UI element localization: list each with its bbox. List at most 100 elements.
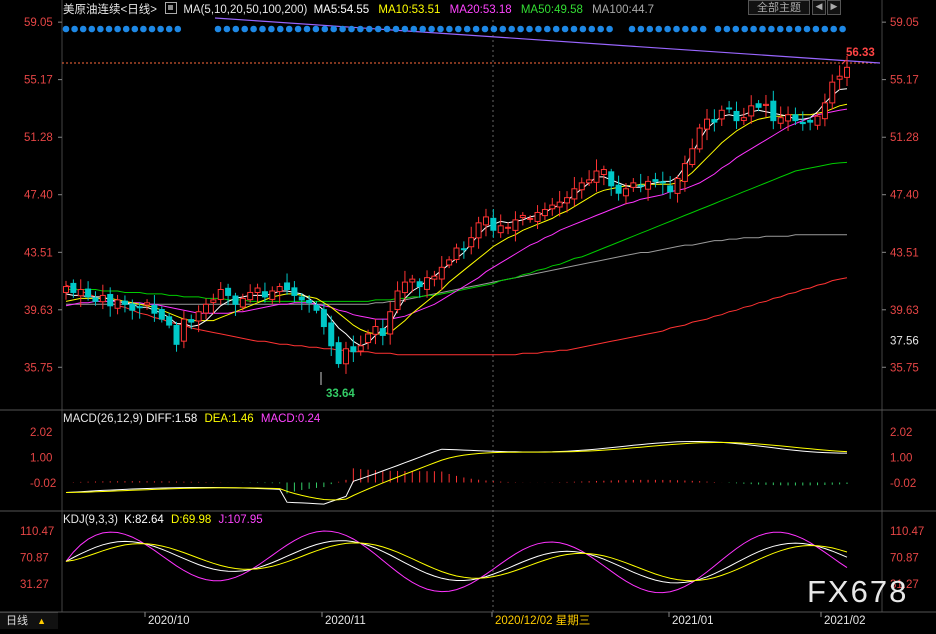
- event-dot: [105, 25, 113, 33]
- candle-body: [180, 318, 187, 342]
- event-dot: [259, 25, 266, 33]
- candle-body: [600, 169, 607, 175]
- event-dot: [682, 25, 689, 33]
- event-dot: [122, 25, 130, 33]
- candle-body: [718, 109, 725, 120]
- candle-body: [261, 291, 268, 298]
- candle-body: [733, 110, 740, 122]
- macd-tick-label-left: 2.02: [30, 427, 52, 439]
- candle-body: [652, 179, 659, 182]
- chevron-right-icon[interactable]: ▶: [827, 0, 841, 15]
- event-dot: [517, 25, 524, 33]
- event-dot: [268, 25, 275, 33]
- event-dot: [526, 25, 533, 33]
- event-dot: [330, 25, 338, 33]
- kdj-k-line: [65, 540, 848, 584]
- candle-body: [799, 121, 806, 125]
- event-dot: [277, 25, 284, 33]
- candle-body: [762, 103, 769, 106]
- candle-body: [254, 287, 261, 294]
- event-dot: [250, 25, 257, 33]
- candle-body: [667, 185, 674, 193]
- low-annotation: 33.64: [326, 388, 355, 400]
- candle-body: [188, 319, 195, 323]
- event-dot: [285, 25, 293, 33]
- candle-body: [505, 226, 512, 229]
- candle-body: [460, 248, 467, 251]
- candle-body: [726, 107, 733, 110]
- trend-line: [214, 17, 881, 64]
- moving-average-lines: [65, 17, 881, 356]
- chart-canvas: 59.05 55.17 51.28 47.40 43.51 39.63 35.75 59.0…: [0, 0, 936, 627]
- period-button-label: 日线: [6, 615, 28, 627]
- candle-body: [394, 290, 401, 311]
- candle-body: [711, 119, 718, 123]
- candle-body: [298, 296, 305, 301]
- candle-body: [195, 311, 202, 322]
- event-dot: [741, 25, 748, 33]
- candle-body: [328, 322, 335, 347]
- event-dot: [750, 25, 757, 33]
- candle-body: [659, 181, 666, 184]
- candle-body: [335, 342, 342, 365]
- candle-body: [453, 247, 460, 260]
- date-axis: 2020/10 2020/11 2020/12/02 星期三 2021/01 2021/…: [144, 612, 866, 627]
- candle-body: [704, 118, 711, 130]
- price-tick-label-right: 43.51: [890, 247, 919, 259]
- macd-tick-label-left: 1.00: [30, 453, 52, 465]
- event-dot: [777, 25, 784, 33]
- event-dot: [732, 25, 740, 33]
- candle-body: [630, 182, 637, 188]
- ma50-line: [66, 161, 848, 302]
- topic-button-label: 全部主题: [757, 2, 801, 14]
- event-dot: [114, 25, 121, 33]
- event-dot: [339, 25, 346, 33]
- ma100-value: MA100:44.7: [592, 4, 655, 16]
- kdj-d: D:69.98: [171, 514, 212, 526]
- event-dot: [148, 25, 156, 33]
- candle-body: [85, 288, 92, 298]
- candle-body: [401, 281, 408, 294]
- event-dot: [803, 25, 811, 33]
- macd-tick-label-right: -0.02: [890, 478, 916, 490]
- event-dot: [294, 25, 302, 33]
- candle-body: [284, 282, 291, 291]
- grid-icon[interactable]: [165, 2, 178, 14]
- watermark: FX678: [807, 574, 909, 609]
- event-dot: [499, 25, 507, 33]
- candle-body: [424, 277, 431, 290]
- price-tick-label-right: 35.75: [890, 362, 919, 374]
- triangle-up-icon: ▲: [37, 616, 46, 626]
- event-dot: [723, 25, 731, 33]
- event-dot: [655, 25, 662, 33]
- event-dot: [821, 25, 829, 33]
- event-dot: [455, 25, 462, 33]
- price-tick-label-left: 47.40: [24, 190, 53, 202]
- event-dot: [768, 25, 775, 33]
- event-dot: [785, 25, 793, 33]
- topic-select-button[interactable]: 全部主题: [748, 0, 810, 15]
- event-dot: [419, 25, 427, 33]
- event-dot: [401, 25, 409, 33]
- ma10-value: MA10:53.51: [378, 4, 441, 16]
- period-button[interactable]: 日线 ▲: [0, 612, 58, 629]
- candle-body: [276, 286, 283, 293]
- candle-body: [527, 217, 534, 220]
- candle-body: [519, 214, 526, 219]
- price-tick-label-right: 51.28: [890, 132, 919, 144]
- event-dot: [579, 25, 587, 33]
- candle-body: [681, 163, 688, 182]
- candle-body: [63, 286, 69, 293]
- event-dot: [699, 25, 707, 33]
- event-dot: [366, 25, 373, 33]
- event-dots: [62, 25, 846, 33]
- candle-body: [409, 278, 416, 283]
- candle-body: [144, 302, 151, 306]
- event-dot: [232, 25, 240, 33]
- candle-body: [342, 348, 349, 365]
- macd-tick-label-right: 1.00: [890, 453, 912, 465]
- chevron-left-icon[interactable]: ◀: [812, 0, 826, 15]
- price-tick-label-left: 43.51: [24, 247, 53, 259]
- event-dot: [794, 25, 802, 33]
- kdj-tick-label-left: 70.87: [20, 553, 49, 565]
